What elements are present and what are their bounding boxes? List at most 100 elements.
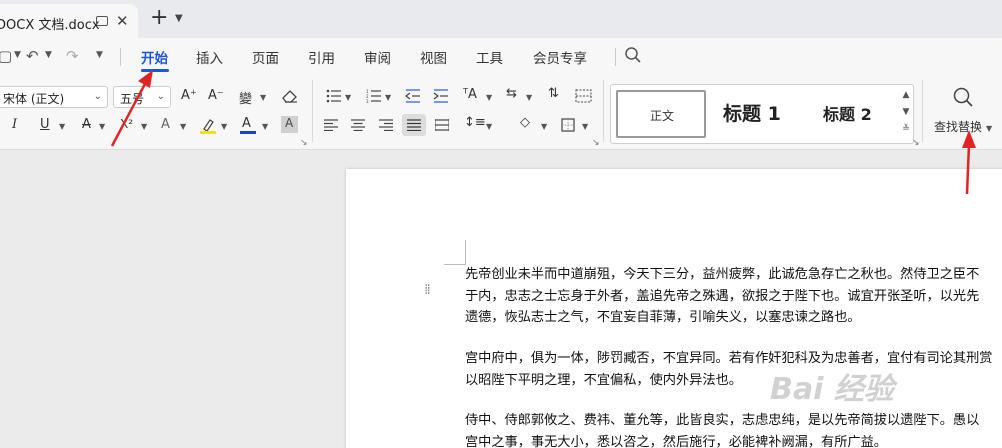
chevron-down-icon[interactable]: ▼ — [59, 122, 65, 131]
chevron-down-icon[interactable]: ▼ — [385, 93, 391, 102]
expand-icon[interactable]: ≚ — [899, 121, 913, 138]
paragraph-2[interactable]: 宫中府中，俱为一体，陟罚臧否，不宜异同。若有作奸犯科及为忠善者，宜付有司论其刑赏… — [465, 348, 993, 391]
chevron-down-icon[interactable]: ▼ — [175, 13, 183, 24]
chevron-down-icon[interactable]: ▼ — [96, 50, 103, 60]
bullet-list-icon[interactable] — [326, 89, 342, 103]
tab-member[interactable]: 会员专享 — [533, 47, 587, 67]
table-grid-icon[interactable] — [575, 89, 592, 103]
chevron-down-icon[interactable]: ▼ — [99, 122, 105, 131]
paragraph-3[interactable]: 侍中、侍郎郭攸之、费祎、董允等，此皆良实，志虑忠纯，是以先帝简拔以遗陛下。愚以 … — [465, 410, 979, 448]
grow-font-button[interactable]: A⁺ — [181, 88, 197, 103]
italic-button[interactable]: I — [12, 117, 17, 132]
text-line: 侍中、侍郎郭攸之、费祎、董允等，此皆良实，志虑忠纯，是以先帝简拔以遗陛下。愚以 — [465, 413, 980, 428]
chevron-down-icon[interactable]: ▼ — [526, 93, 532, 102]
tab-page[interactable]: 页面 — [252, 47, 279, 67]
numbered-list-icon[interactable]: 123 — [366, 89, 382, 103]
chevron-down-icon[interactable]: ▼ — [541, 122, 547, 131]
active-tab-indicator — [141, 69, 169, 72]
shrink-font-button[interactable]: A⁻ — [208, 88, 224, 103]
menu-bar: ▢ ▼ ↶ ▼ ↷ ▼ 开始 插入 页面 引用 审阅 视图 工具 会员专享 — [0, 38, 1002, 74]
chevron-down-icon[interactable]: ▼ — [180, 122, 186, 131]
text-effect-button[interactable]: A — [161, 117, 170, 132]
tab-view[interactable]: 视图 — [420, 47, 447, 67]
tab-review[interactable]: 审阅 — [364, 47, 391, 67]
distributed-align-icon[interactable] — [435, 119, 449, 131]
search-icon[interactable] — [624, 46, 642, 64]
sort-button[interactable]: ⇆ — [506, 86, 517, 101]
paragraph-1[interactable]: 先帝创业未半而中道崩殂，今天下三分，益州疲弊，此诚危急存亡之秋也。然侍卫之臣不 … — [465, 264, 979, 329]
margin-corner-mark — [444, 264, 466, 265]
new-tab-button[interactable]: + — [150, 5, 168, 30]
chevron-down-icon[interactable]: ▼ — [260, 93, 266, 102]
chevron-down-icon[interactable]: ▼ — [486, 122, 492, 131]
ribbon-toolbar: 宋体 (正文) ⌄ 五号 ⌄ A⁺ A⁻ 變 ▼ I U ▼ A ▼ X² ▼ … — [0, 74, 1002, 150]
tab-insert[interactable]: 插入 — [196, 47, 223, 67]
styles-dialog-launcher-icon[interactable]: ↘ — [912, 138, 920, 148]
styles-gallery: 正文 标题 1 标题 2 ▲ ▼ ≚ — [610, 84, 914, 144]
menu-divider — [615, 48, 616, 66]
style-heading-1[interactable]: 标题 1 — [723, 99, 781, 126]
highlight-button[interactable] — [200, 117, 216, 135]
text-line: 以昭陛下平明之理，不宜偏私，使内外异法也。 — [465, 372, 742, 388]
close-icon[interactable]: ✕ — [116, 12, 129, 30]
align-center-icon[interactable] — [351, 119, 365, 131]
tab-home[interactable]: 开始 — [141, 47, 168, 67]
tab-references[interactable]: 引用 — [308, 47, 335, 67]
document-tab[interactable]: DOCX 文档.docx ✕ — [0, 4, 138, 38]
chevron-down-icon[interactable]: ▼ — [582, 122, 588, 131]
phonetic-guide-button[interactable]: 變 — [239, 88, 252, 107]
character-shading-button[interactable]: A — [281, 116, 298, 133]
style-heading-2[interactable]: 标题 2 — [823, 101, 872, 125]
chevron-down-icon[interactable]: ▼ — [986, 124, 992, 133]
ribbon-divider — [312, 80, 313, 142]
paragraph-shading-button[interactable]: ◇ — [520, 115, 530, 130]
find-replace-button[interactable]: 查找替换 — [934, 118, 982, 135]
redo-icon[interactable]: ↷ — [66, 47, 79, 65]
chevron-down-icon[interactable]: ▼ — [14, 50, 21, 60]
chevron-down-icon: ⌄ — [156, 91, 165, 102]
monitor-icon[interactable] — [96, 16, 108, 26]
font-dialog-launcher-icon[interactable]: ↘ — [300, 138, 308, 148]
chevron-down-icon[interactable]: ▼ — [141, 122, 147, 131]
save-icon[interactable]: ▢ — [0, 47, 12, 65]
chevron-down-icon[interactable]: ▼ — [899, 104, 913, 121]
chevron-down-icon[interactable]: ▼ — [486, 93, 492, 102]
decrease-indent-icon[interactable] — [405, 89, 421, 103]
shading-letter: A — [285, 116, 294, 130]
justify-icon — [407, 119, 421, 131]
strikethrough-button[interactable]: A — [82, 117, 91, 132]
align-left-icon[interactable] — [324, 119, 338, 131]
font-color-bar — [240, 131, 256, 134]
chevron-down-icon[interactable]: ▼ — [45, 50, 52, 60]
style-normal[interactable]: 正文 — [616, 90, 706, 138]
text-line: 先帝创业未半而中道崩殂，今天下三分，益州疲弊，此诚危急存亡之秋也。然侍卫之臣不 — [465, 267, 980, 282]
eraser-icon[interactable] — [281, 89, 299, 103]
chevron-up-icon[interactable]: ▲ — [899, 87, 913, 104]
search-icon[interactable] — [952, 86, 974, 108]
style-normal-label: 正文 — [650, 109, 675, 123]
margin-corner-mark — [465, 240, 466, 264]
font-color-button[interactable]: A — [240, 114, 256, 134]
border-icon[interactable] — [561, 118, 575, 132]
superscript-button[interactable]: X² — [120, 117, 133, 131]
show-marks-button[interactable]: ⇅ — [548, 86, 559, 101]
font-name-select[interactable]: 宋体 (正文) ⌄ — [0, 86, 108, 108]
paragraph-dialog-launcher-icon[interactable]: ↘ — [592, 138, 600, 148]
tab-tools[interactable]: 工具 — [476, 47, 503, 67]
highlighter-icon — [203, 119, 214, 132]
font-color-letter: A — [242, 116, 251, 131]
align-right-icon[interactable] — [379, 119, 393, 131]
paragraph-drag-handle-icon[interactable]: ⁞⁞ — [424, 283, 431, 297]
increase-indent-icon[interactable] — [433, 89, 449, 103]
chevron-down-icon[interactable]: ▼ — [221, 122, 227, 131]
chevron-down-icon[interactable]: ▼ — [262, 122, 268, 131]
underline-button[interactable]: U — [40, 117, 50, 132]
menu-divider — [120, 48, 121, 66]
text-direction-button[interactable]: ᵀA — [463, 87, 477, 102]
justify-button[interactable] — [402, 114, 426, 136]
line-spacing-button[interactable]: ↕≡ — [464, 115, 486, 130]
chevron-down-icon[interactable]: ▼ — [345, 93, 351, 102]
undo-icon[interactable]: ↶ — [26, 47, 39, 65]
font-size-select[interactable]: 五号 ⌄ — [113, 86, 171, 108]
styles-scroll[interactable]: ▲ ▼ ≚ — [899, 87, 913, 141]
